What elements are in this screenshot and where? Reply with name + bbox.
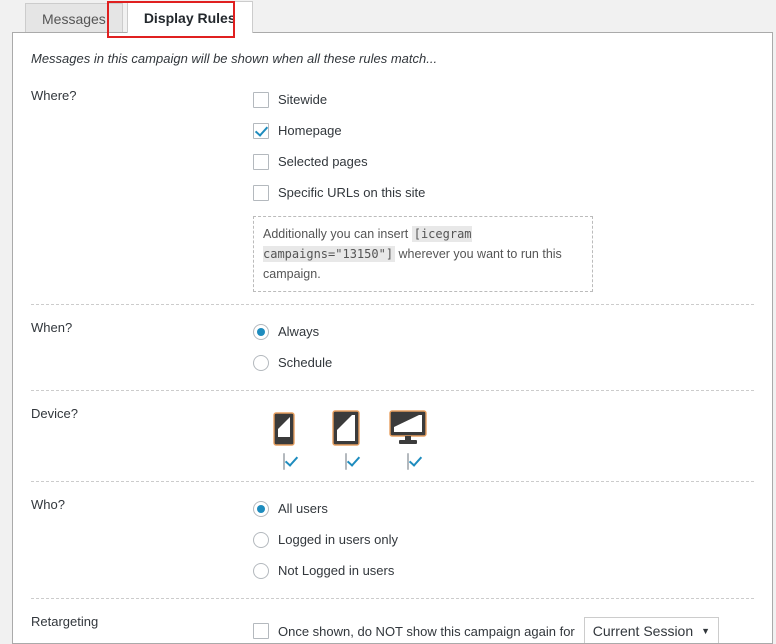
tab-strip: Messages Display Rules [0,0,776,33]
display-rules-panel: Messages in this campaign will be shown … [12,32,773,644]
tab-messages[interactable]: Messages [25,3,123,33]
checkbox-once-shown[interactable] [253,623,269,639]
row-label-who: Who? [31,481,253,512]
device-tablet[interactable] [315,406,377,469]
option-label-logged-in-users-only: Logged in users only [278,532,398,547]
option-label-homepage: Homepage [278,123,342,138]
option-label-not-logged-in-users: Not Logged in users [278,563,394,578]
radio-all-users[interactable] [253,501,269,517]
row-retargeting: Retargeting Once shown, do NOT show this… [13,598,772,644]
row-label-retargeting: Retargeting [31,598,253,629]
option-label-schedule: Schedule [278,355,332,370]
device-desktop-cb-wrap [407,454,409,469]
checkbox-homepage[interactable] [253,123,269,139]
chevron-down-icon: ▼ [701,626,710,636]
row-body-retargeting: Once shown, do NOT show this campaign ag… [253,598,772,644]
row-when: When? Always Schedule [13,304,772,390]
checkbox-device-mobile[interactable] [283,453,285,470]
option-schedule[interactable]: Schedule [253,347,772,378]
device-tablet-cb-wrap [345,454,347,469]
option-label-always: Always [278,324,319,339]
device-mobile[interactable] [253,406,315,469]
row-where: Where? Sitewide Homepage Selected pages … [13,66,772,304]
row-device: Device? [13,390,772,481]
option-sitewide[interactable]: Sitewide [253,84,772,115]
row-body-when: Always Schedule [253,304,772,390]
checkbox-device-desktop[interactable] [407,453,409,470]
tablet-icon[interactable] [332,406,360,446]
radio-not-logged-in-users[interactable] [253,563,269,579]
option-logged-in-users-only[interactable]: Logged in users only [253,524,772,555]
retarget-label-once-shown: Once shown, do NOT show this campaign ag… [278,624,575,639]
row-label-device: Device? [31,390,253,421]
option-label-all-users: All users [278,501,328,516]
desktop-icon[interactable] [389,406,427,446]
row-body-where: Sitewide Homepage Selected pages Specifi… [253,72,772,304]
device-desktop[interactable] [377,406,439,469]
option-label-specific-urls: Specific URLs on this site [278,185,425,200]
checkbox-sitewide[interactable] [253,92,269,108]
select-once-shown-duration[interactable]: Current Session ▼ [584,617,719,644]
tab-display-rules[interactable]: Display Rules [127,1,253,33]
device-selector [253,402,772,469]
row-label-when: When? [31,304,253,335]
select-once-shown-value: Current Session [593,623,693,639]
option-selected-pages[interactable]: Selected pages [253,146,772,177]
radio-schedule[interactable] [253,355,269,371]
option-always[interactable]: Always [253,316,772,347]
row-label-where: Where? [31,72,253,103]
option-not-logged-in-users[interactable]: Not Logged in users [253,555,772,586]
retarget-rule-once-shown: Once shown, do NOT show this campaign ag… [253,610,772,644]
shortcode-hint-box: Additionally you can insert [icegram cam… [253,216,593,292]
checkbox-specific-urls[interactable] [253,185,269,201]
device-mobile-cb-wrap [283,454,285,469]
checkbox-device-tablet[interactable] [345,453,347,470]
option-specific-urls[interactable]: Specific URLs on this site [253,177,772,208]
row-who: Who? All users Logged in users only Not … [13,481,772,598]
option-all-users[interactable]: All users [253,493,772,524]
row-body-who: All users Logged in users only Not Logge… [253,481,772,598]
radio-logged-in-users-only[interactable] [253,532,269,548]
checkbox-selected-pages[interactable] [253,154,269,170]
option-homepage[interactable]: Homepage [253,115,772,146]
option-label-selected-pages: Selected pages [278,154,368,169]
mobile-icon[interactable] [273,406,295,446]
option-label-sitewide: Sitewide [278,92,327,107]
row-body-device [253,390,772,481]
panel-intro-text: Messages in this campaign will be shown … [13,33,772,66]
shortcode-prefix: Additionally you can insert [263,227,408,241]
radio-always[interactable] [253,324,269,340]
